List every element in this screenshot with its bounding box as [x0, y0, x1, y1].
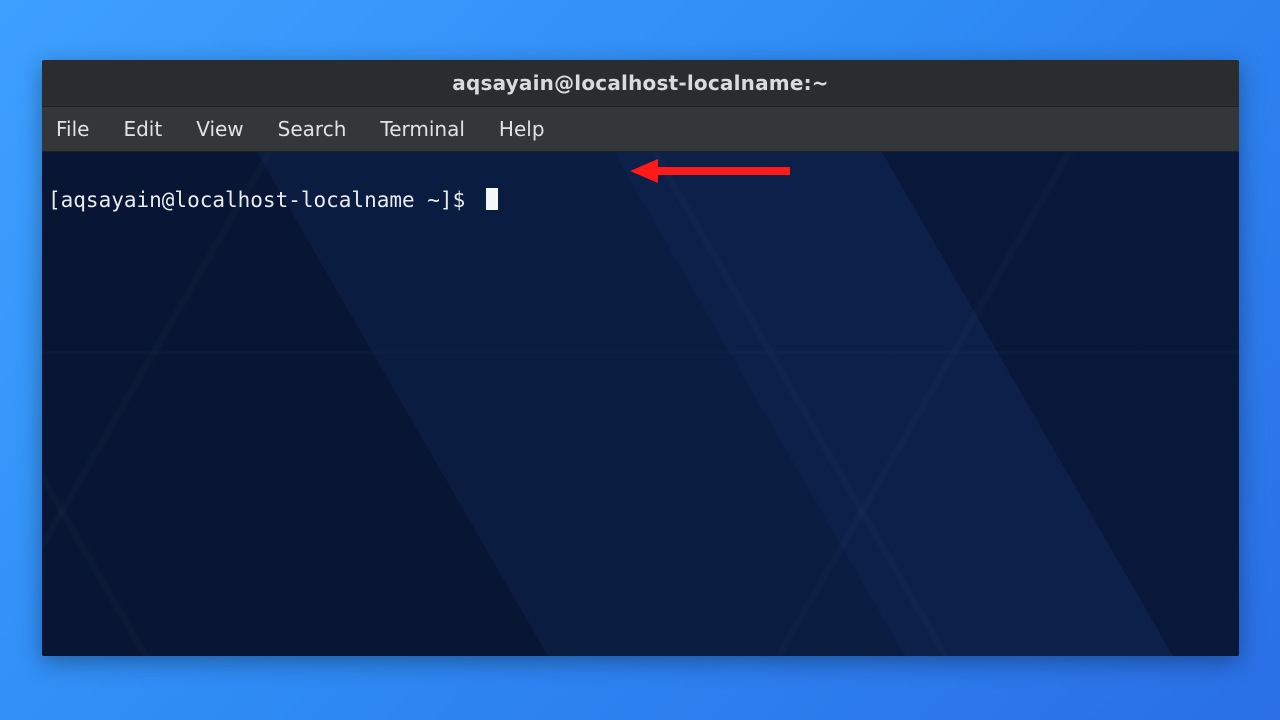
window-titlebar[interactable]: aqsayain@localhost-localname:~ — [42, 60, 1239, 107]
shell-prompt: [aqsayain@localhost-localname ~]$ — [48, 188, 478, 212]
menu-edit[interactable]: Edit — [119, 115, 166, 143]
menu-help[interactable]: Help — [495, 115, 549, 143]
menu-terminal[interactable]: Terminal — [376, 115, 469, 143]
window-title: aqsayain@localhost-localname:~ — [452, 71, 828, 95]
terminal-window: aqsayain@localhost-localname:~ File Edit… — [42, 60, 1239, 656]
annotation-arrow-icon — [630, 156, 790, 186]
menu-search[interactable]: Search — [274, 115, 351, 143]
menu-view[interactable]: View — [192, 115, 247, 143]
menu-bar: File Edit View Search Terminal Help — [42, 107, 1239, 152]
terminal-viewport[interactable]: [aqsayain@localhost-localname ~]$ — [42, 152, 1239, 656]
text-cursor — [486, 188, 498, 210]
menu-file[interactable]: File — [52, 115, 93, 143]
terminal-content[interactable]: [aqsayain@localhost-localname ~]$ — [42, 152, 1239, 276]
desktop-background: aqsayain@localhost-localname:~ File Edit… — [0, 0, 1280, 720]
